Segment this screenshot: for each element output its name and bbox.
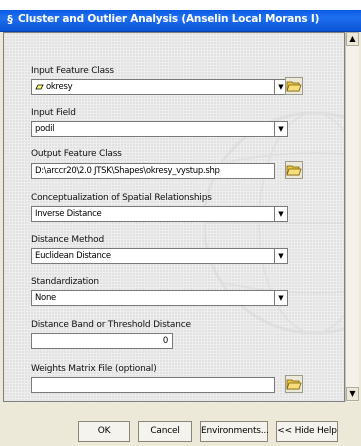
globe-watermark (204, 111, 344, 335)
input-feature-class-combo[interactable]: okresy (31, 79, 275, 95)
input-feature-class-value: okresy (46, 82, 73, 92)
input-field-label: Input Field (31, 108, 76, 118)
parameters-panel: Input Feature Class okresy ▼ Input Field… (3, 32, 345, 402)
distance-method-combo[interactable]: Euclidean Distance (31, 248, 275, 264)
scroll-down-button[interactable]: ▼ (346, 387, 359, 401)
chevron-down-icon: ▼ (278, 294, 284, 302)
input-feature-class-label: Input Feature Class (31, 66, 114, 76)
conceptualization-label: Conceptualization of Spatial Relationshi… (31, 193, 212, 203)
scroll-up-button[interactable]: ▲ (346, 32, 359, 46)
open-folder-icon (286, 165, 302, 176)
input-field-combo[interactable]: podil (31, 121, 275, 137)
vertical-scrollbar[interactable]: ▲ ▼ (345, 32, 359, 402)
conceptualization-dropdown[interactable]: ▼ (274, 206, 288, 222)
open-folder-icon (286, 81, 302, 92)
desktop-strip (0, 0, 361, 10)
weights-matrix-browse-button[interactable] (285, 375, 303, 393)
title-bar[interactable]: § Cluster and Outlier Analysis (Anselin … (0, 10, 361, 32)
chevron-down-icon: ▼ (349, 389, 356, 398)
chevron-down-icon: ▼ (278, 83, 284, 91)
cancel-button[interactable]: Cancel (138, 421, 192, 442)
standardization-combo[interactable]: None (31, 290, 275, 306)
distance-band-label: Distance Band or Threshold Distance (31, 320, 191, 330)
dialog-button-bar: OK Cancel Environments... << Hide Help (0, 403, 361, 446)
chevron-up-icon: ▲ (349, 34, 356, 43)
input-feature-class-browse-button[interactable] (285, 77, 303, 95)
input-field-dropdown[interactable]: ▼ (274, 121, 288, 137)
polygon-layer-icon (35, 84, 44, 89)
conceptualization-combo[interactable]: Inverse Distance (31, 206, 275, 222)
output-feature-class-input[interactable]: D:\arccr20\2.0 JTSK\Shapes\okresy_vystup… (31, 163, 275, 179)
chevron-down-icon: ▼ (278, 252, 284, 260)
standardization-label: Standardization (31, 277, 99, 287)
ok-button[interactable]: OK (78, 421, 130, 442)
hide-help-button[interactable]: << Hide Help (276, 421, 338, 442)
output-feature-class-browse-button[interactable] (285, 161, 303, 179)
distance-band-input[interactable]: 0 (31, 333, 173, 349)
tool-dialog: § Cluster and Outlier Analysis (Anselin … (0, 10, 361, 446)
environments-button[interactable]: Environments... (200, 421, 269, 442)
distance-method-label: Distance Method (31, 235, 104, 245)
output-feature-class-label: Output Feature Class (31, 149, 122, 159)
chevron-down-icon: ▼ (278, 125, 284, 133)
open-folder-icon (286, 379, 302, 390)
toolbox-icon: § (7, 13, 13, 26)
weights-matrix-label: Weights Matrix File (optional) (31, 364, 157, 374)
standardization-dropdown[interactable]: ▼ (274, 290, 288, 306)
distance-method-dropdown[interactable]: ▼ (274, 248, 288, 264)
window-title: Cluster and Outlier Analysis (Anselin Lo… (18, 13, 320, 25)
chevron-down-icon: ▼ (278, 210, 284, 218)
weights-matrix-input[interactable] (31, 377, 275, 393)
